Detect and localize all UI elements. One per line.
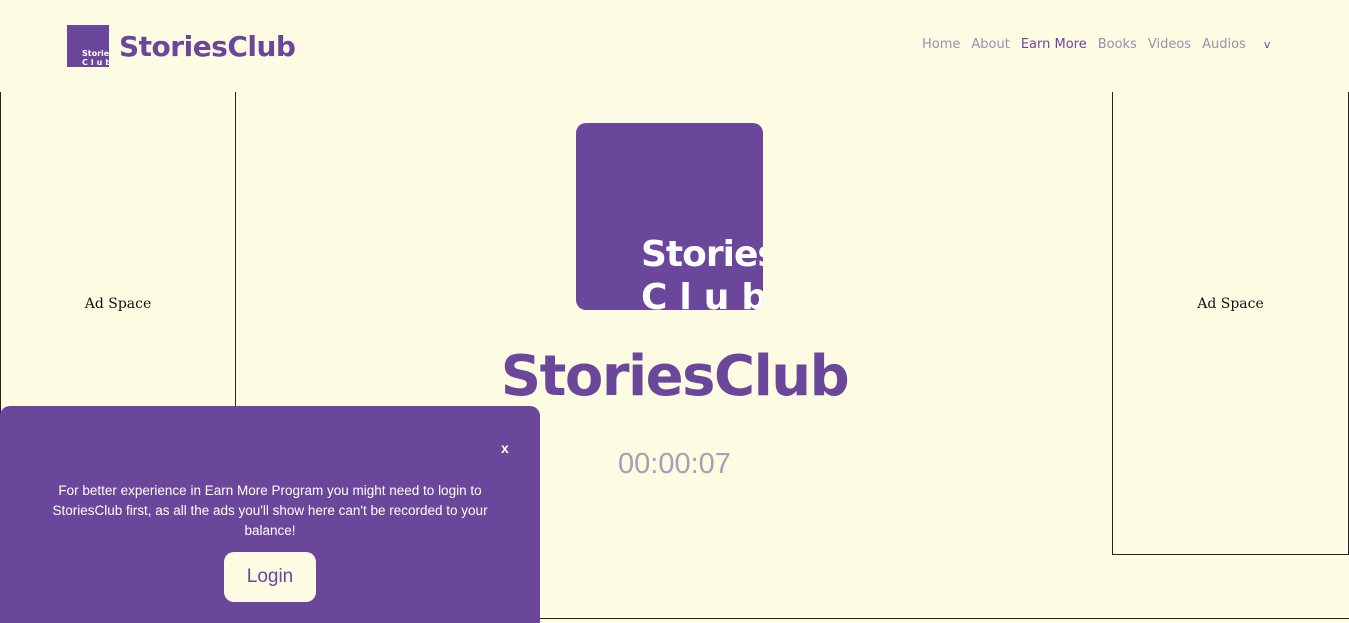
nav-earn-more[interactable]: Earn More [1021,37,1087,52]
main-logo-line1: Stories [641,234,763,275]
brand-name: StoriesClub [119,29,296,63]
page-title: StoriesClub [500,344,850,409]
logo-small-line1: Stories [82,49,109,58]
brand-link[interactable]: Stories Club StoriesClub [67,25,296,67]
main-logo-line2: Club [641,277,763,311]
ad-space-left-label: Ad Space [84,296,152,312]
nav-books[interactable]: Books [1098,37,1137,52]
nav-about[interactable]: About [971,37,1009,52]
login-button[interactable]: Login [224,552,316,602]
nav-more-dropdown-icon[interactable]: v [1264,38,1271,51]
popup-message: For better experience in Earn More Progr… [52,483,488,538]
ad-space-right-label: Ad Space [1197,296,1264,312]
logo-small-line2: Club [82,58,109,67]
logo-icon: Stories Club [67,25,109,67]
ad-space-right[interactable]: Ad Space [1112,92,1349,555]
nav-videos[interactable]: Videos [1148,37,1191,52]
header: Stories Club StoriesClub Home About Earn… [0,0,1349,92]
main-logo: Stories Club [576,123,763,310]
page: Stories Club StoriesClub Home About Earn… [0,0,1349,623]
login-prompt-popup: x For better experience in Earn More Pro… [0,406,540,623]
nav-audios[interactable]: Audios [1202,37,1246,52]
divider [540,618,1349,619]
nav-home[interactable]: Home [922,37,960,52]
main-nav: Home About Earn More Books Videos Audios… [922,37,1270,52]
close-icon[interactable]: x [501,440,509,456]
